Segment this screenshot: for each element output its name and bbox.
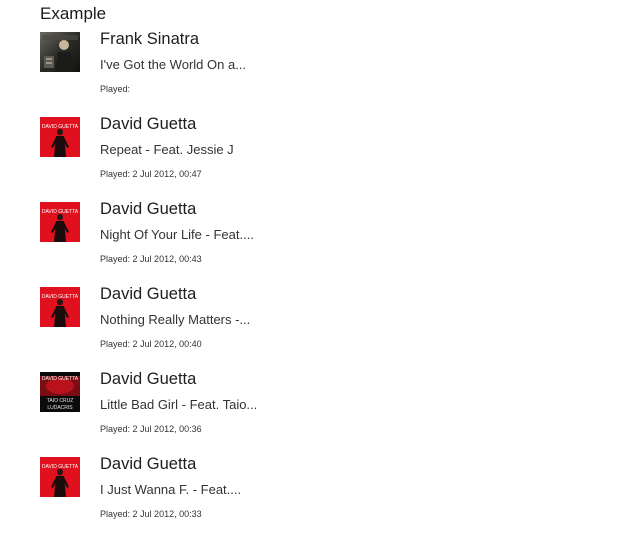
played-value: 2 Jul 2012, 00:36 bbox=[132, 424, 202, 434]
album-cover-image[interactable]: DAVID GUETTA TAIO CRUZ LUDACRIS bbox=[40, 372, 80, 412]
cover-feature-text: LUDACRIS bbox=[47, 405, 73, 411]
track-title[interactable]: I've Got the World On a... bbox=[100, 57, 246, 73]
track-item[interactable]: DAVID GUETTA David Guetta Night Of Your … bbox=[40, 199, 600, 282]
little-bad-girl-cover-art: DAVID GUETTA TAIO CRUZ LUDACRIS bbox=[40, 372, 80, 412]
track-played-time: Played: bbox=[100, 84, 130, 95]
cover-logo-text: DAVID GUETTA bbox=[42, 376, 79, 382]
track-item[interactable]: DAVID GUETTA David Guetta Nothing Really… bbox=[40, 284, 600, 367]
track-artist[interactable]: David Guetta bbox=[100, 114, 196, 134]
track-artist[interactable]: David Guetta bbox=[100, 284, 196, 304]
played-label: Played: bbox=[100, 424, 131, 434]
track-artist[interactable]: David Guetta bbox=[100, 199, 196, 219]
album-cover-image[interactable] bbox=[40, 32, 80, 72]
played-value: 2 Jul 2012, 00:33 bbox=[132, 509, 202, 519]
album-cover-image[interactable]: DAVID GUETTA bbox=[40, 117, 80, 157]
track-item[interactable]: DAVID GUETTA David Guetta I Just Wanna F… bbox=[40, 454, 600, 537]
track-played-time: Played: 2 Jul 2012, 00:43 bbox=[100, 254, 202, 265]
track-artist[interactable]: Frank Sinatra bbox=[100, 29, 199, 49]
track-item[interactable]: Frank Sinatra I've Got the World On a...… bbox=[40, 29, 600, 112]
played-label: Played: bbox=[100, 169, 131, 179]
album-cover-image[interactable]: DAVID GUETTA bbox=[40, 202, 80, 242]
track-played-time: Played: 2 Jul 2012, 00:36 bbox=[100, 424, 202, 435]
track-artist[interactable]: David Guetta bbox=[100, 454, 196, 474]
track-title[interactable]: Repeat - Feat. Jessie J bbox=[100, 142, 234, 158]
played-label: Played: bbox=[100, 254, 131, 264]
track-title[interactable]: Nothing Really Matters -... bbox=[100, 312, 250, 328]
track-title[interactable]: Little Bad Girl - Feat. Taio... bbox=[100, 397, 257, 413]
album-cover-image[interactable]: DAVID GUETTA bbox=[40, 457, 80, 497]
album-cover-image[interactable]: DAVID GUETTA bbox=[40, 287, 80, 327]
guetta-cover-art: DAVID GUETTA bbox=[40, 457, 80, 497]
track-played-time: Played: 2 Jul 2012, 00:33 bbox=[100, 509, 202, 520]
guetta-cover-art: DAVID GUETTA bbox=[40, 287, 80, 327]
played-value: 2 Jul 2012, 00:40 bbox=[132, 339, 202, 349]
sinatra-cover-art bbox=[40, 32, 80, 72]
guetta-cover-art: DAVID GUETTA bbox=[40, 202, 80, 242]
page-heading: Example bbox=[40, 4, 107, 23]
track-item[interactable]: DAVID GUETTA TAIO CRUZ LUDACRIS David Gu… bbox=[40, 369, 600, 452]
played-label: Played: bbox=[100, 84, 131, 94]
cover-feature-text: TAIO CRUZ bbox=[47, 398, 74, 404]
track-item[interactable]: DAVID GUETTA David Guetta Repeat - Feat.… bbox=[40, 114, 600, 197]
track-played-time: Played: 2 Jul 2012, 00:47 bbox=[100, 169, 202, 180]
played-label: Played: bbox=[100, 339, 131, 349]
played-value: 2 Jul 2012, 00:43 bbox=[132, 254, 202, 264]
track-title[interactable]: I Just Wanna F. - Feat.... bbox=[100, 482, 241, 498]
track-artist[interactable]: David Guetta bbox=[100, 369, 196, 389]
track-title[interactable]: Night Of Your Life - Feat.... bbox=[100, 227, 254, 243]
track-played-time: Played: 2 Jul 2012, 00:40 bbox=[100, 339, 202, 350]
played-label: Played: bbox=[100, 509, 131, 519]
played-value: 2 Jul 2012, 00:47 bbox=[132, 169, 202, 179]
guetta-cover-art: DAVID GUETTA bbox=[40, 117, 80, 157]
